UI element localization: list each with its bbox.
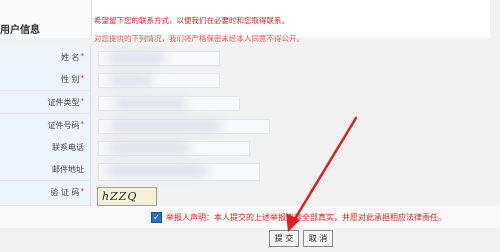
- annotation-arrow-icon: [286, 116, 358, 232]
